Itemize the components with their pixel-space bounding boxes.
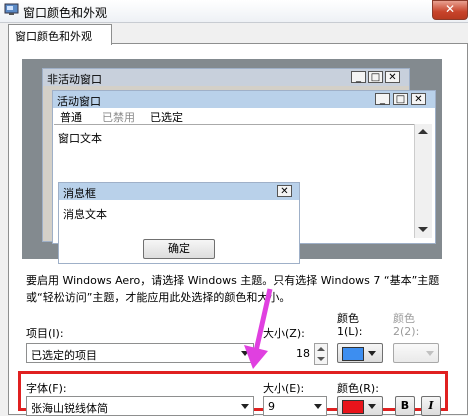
preview-scrollbar[interactable]: [414, 124, 432, 238]
font-value: 张海山锐线体简: [31, 402, 108, 415]
color1-button[interactable]: [337, 343, 383, 363]
annotation-arrow: [244, 288, 273, 369]
font-size-value: 9: [268, 400, 275, 413]
italic-button[interactable]: I: [421, 396, 441, 416]
chevron-down-icon: [426, 351, 434, 356]
font-color-label: 颜色(R):: [337, 382, 379, 395]
color1-label: 1(L):: [337, 325, 363, 338]
window-title: 窗口颜色和外观: [23, 6, 108, 20]
spin-up-icon: [317, 347, 325, 351]
font-dropdown[interactable]: 张海山锐线体简: [26, 396, 254, 416]
chevron-down-icon: [241, 404, 249, 409]
active-window-title: 活动窗口: [57, 95, 101, 108]
chevron-down-icon: [368, 351, 376, 356]
aero-description: 要启用 Windows Aero，请选择 Windows 主题。只有选择 Win…: [26, 274, 440, 304]
message-box-title: 消息框: [63, 187, 96, 200]
color2-header: 颜色: [393, 312, 415, 325]
item-value: 已选定的项目: [31, 349, 97, 362]
close-icon: ✕: [277, 185, 292, 197]
message-text: 消息文本: [63, 208, 107, 221]
preview-menu-bar: 普通 已禁用 已选定: [56, 109, 416, 125]
tab-label: 窗口颜色和外观: [15, 30, 92, 43]
color2-button[interactable]: [393, 343, 439, 363]
font-color-button[interactable]: [337, 396, 383, 416]
chevron-down-icon: [368, 404, 376, 409]
close-icon: ✕: [385, 71, 400, 83]
inactive-window-title: 非活动窗口: [47, 73, 102, 86]
scroll-up-icon: [418, 129, 428, 134]
maximize-icon: □: [368, 71, 383, 83]
maximize-icon: □: [393, 93, 408, 105]
scroll-down-icon: [418, 227, 428, 232]
display-settings-icon: [4, 3, 19, 15]
color2-label: 2(2):: [393, 325, 420, 338]
menu-item-selected[interactable]: 已选定: [150, 109, 183, 125]
color1-swatch: [342, 347, 364, 361]
spin-down-icon: [317, 357, 325, 361]
font-size-dropdown[interactable]: 9: [263, 396, 327, 416]
bold-button[interactable]: B: [395, 396, 415, 416]
ok-button-preview[interactable]: 确定: [143, 239, 215, 259]
item-dropdown[interactable]: 已选定的项目: [26, 343, 254, 363]
item-label: 项目(I):: [26, 327, 64, 340]
font-color-swatch: [342, 400, 364, 414]
close-icon: ✕: [411, 93, 426, 105]
chevron-down-icon: [314, 404, 322, 409]
color1-header: 颜色: [337, 312, 359, 325]
item-size-value[interactable]: 18: [296, 347, 310, 360]
minimize-icon: _: [375, 93, 390, 105]
close-button[interactable]: ✕: [432, 0, 468, 20]
menu-item-normal[interactable]: 普通: [60, 109, 82, 125]
item-size-spinner[interactable]: [314, 343, 328, 365]
window-text: 窗口文本: [58, 132, 102, 145]
minimize-icon: _: [351, 71, 366, 83]
font-size-label: 大小(E):: [263, 382, 305, 395]
font-label: 字体(F):: [26, 382, 67, 395]
tab-window-color-appearance[interactable]: 窗口颜色和外观: [8, 24, 112, 45]
menu-item-disabled[interactable]: 已禁用: [102, 109, 135, 125]
